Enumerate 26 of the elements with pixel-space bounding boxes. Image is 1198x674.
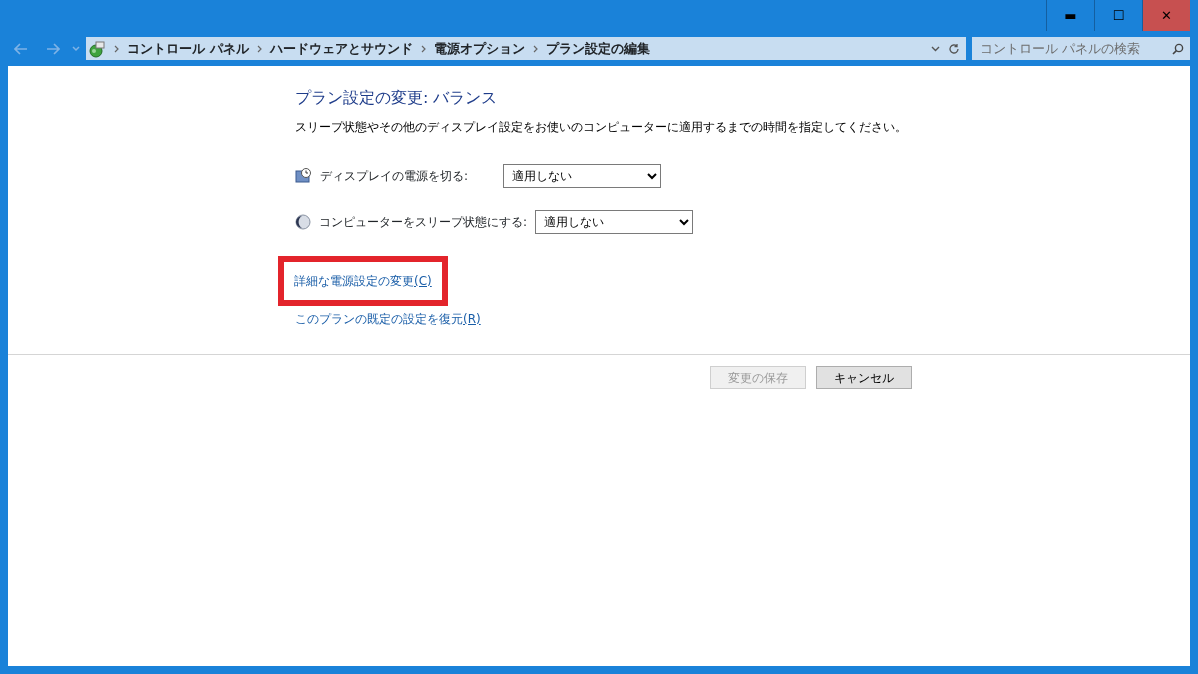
setting-label: ディスプレイの電源を切る: [320, 168, 469, 185]
chevron-icon [114, 44, 119, 53]
timeout-select[interactable]: 適用しない [535, 210, 694, 234]
breadcrumb-item[interactable]: プラン設定の編集 [545, 38, 650, 59]
close-button[interactable]: ✕ [1142, 0, 1190, 31]
timeout-select[interactable]: 適用しない [503, 164, 661, 188]
settings-link[interactable]: このプランの既定の設定を復元(R) [295, 312, 481, 326]
recent-pages-icon[interactable] [72, 45, 80, 52]
breadcrumb-item[interactable]: コントロール パネル [127, 38, 249, 59]
breadcrumb-item[interactable]: 電源オプション [433, 38, 525, 59]
chevron-icon [256, 44, 262, 53]
control-panel-icon [88, 39, 106, 58]
search-icon [1172, 42, 1184, 55]
moon-icon [295, 214, 311, 230]
settings-link[interactable]: 詳細な電源設定の変更(C) [294, 274, 432, 288]
refresh-icon[interactable] [948, 42, 960, 55]
chevron-icon [532, 44, 538, 53]
description-text: スリープ状態やその他のディスプレイ設定をお使いのコンピューターに適用するまでの時間を指定してください。 [295, 119, 908, 136]
cancel-button[interactable]: キャンセル [816, 366, 912, 389]
page-heading: プラン設定の変更: バランス [295, 87, 499, 109]
search-field[interactable]: コントロール パネルの検索 [972, 37, 1190, 60]
setting-label: コンピューターをスリープ状態にする: [319, 214, 528, 231]
monitor-clock-icon [295, 168, 312, 184]
address-dropdown-icon[interactable] [931, 45, 940, 52]
breadcrumb-item[interactable]: ハードウェアとサウンド [269, 38, 413, 59]
chevron-icon [420, 44, 426, 53]
